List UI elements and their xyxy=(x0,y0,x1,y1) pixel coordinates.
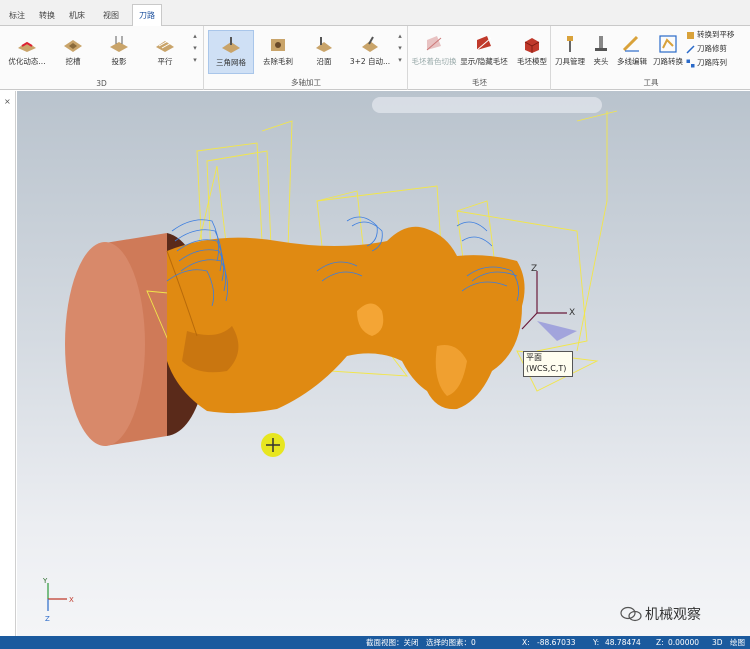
convert-to-translate-item[interactable]: 转换到平移 xyxy=(686,29,735,42)
expand-gallery-icon[interactable]: ▾ xyxy=(191,56,199,64)
group-label-tools: 工具 xyxy=(643,78,659,87)
project-button[interactable]: 投影 xyxy=(96,30,142,74)
flowline-icon xyxy=(316,37,332,52)
flowline-button[interactable]: 沿面 xyxy=(301,30,347,74)
y-coord-value: 48.78474 xyxy=(605,638,641,647)
stock-model-icon xyxy=(524,38,540,53)
triangle-mesh-icon xyxy=(222,37,240,53)
stock-shade-toggle-button[interactable]: 毛坯着色切换 xyxy=(411,30,457,74)
show-hide-stock-button[interactable]: 显示/隐藏毛坯 xyxy=(459,30,509,74)
pocket-button[interactable]: 挖槽 xyxy=(50,30,96,74)
project-icon xyxy=(110,36,128,52)
scroll-up-icon[interactable]: ▴ xyxy=(191,32,199,40)
mode-status[interactable]: 3D xyxy=(712,636,723,649)
scroll-down-icon[interactable]: ▾ xyxy=(191,44,199,52)
group-stock: 毛坯着色切换 显示/隐藏毛坯 毛坯模型 毛坯 xyxy=(409,26,551,90)
group-3d: 优化动态... 挖槽 投影 平行 ▴ ▾ ▾ 3D xyxy=(0,26,204,90)
tab-view[interactable]: 视图 xyxy=(98,6,124,26)
multiline-edit-icon xyxy=(622,35,639,52)
y-coord-label: Y: xyxy=(593,638,600,647)
triad-x-label: X xyxy=(69,596,74,604)
manager-panel: × xyxy=(0,91,16,636)
array-icon xyxy=(686,59,695,67)
deburr-button[interactable]: 去除毛刺 xyxy=(255,30,301,74)
gizmo-x-label: X xyxy=(569,308,575,318)
triangle-mesh-button[interactable]: 三角网格 xyxy=(208,30,254,74)
plane-gizmo[interactable]: Z X xyxy=(521,264,577,341)
z-coord-value: 0.00000 xyxy=(668,638,700,647)
toolpath-transform-icon xyxy=(659,35,677,53)
toolpath-transform-button[interactable]: 刀路转换 xyxy=(650,30,686,74)
expand-gallery-icon[interactable]: ▾ xyxy=(396,56,404,64)
plane-tooltip: 平面 (WCS,C,T) xyxy=(523,351,573,377)
group-multiaxis: 三角网格 去除毛刺 沿面 3+2 自动... ▴ ▾ ▾ 多轴加工 xyxy=(205,26,408,90)
tab-transform[interactable]: 转换 xyxy=(34,6,60,26)
tab-annotate[interactable]: 标注 xyxy=(4,6,30,26)
z-coord-label: Z: xyxy=(656,638,664,647)
optirough-button[interactable]: 优化动态... xyxy=(4,30,50,74)
section-view-status[interactable]: 截面视图：关闭 xyxy=(366,636,419,649)
multiline-edit-button[interactable]: 多线编辑 xyxy=(614,30,650,74)
tab-machine[interactable]: 机床 xyxy=(64,6,90,26)
selected-count-status: 选择的图素：0 xyxy=(426,638,476,647)
x-coord-value: -88.67033 xyxy=(537,638,576,647)
translate-icon xyxy=(687,31,694,39)
scroll-down-icon[interactable]: ▾ xyxy=(396,44,404,52)
ribbon: 优化动态... 挖槽 投影 平行 ▴ ▾ ▾ 3D 三角网格 去除毛刺 沿面 3… xyxy=(0,26,750,90)
toolpath-trim-item[interactable]: 刀路修剪 xyxy=(686,43,727,56)
stock-model-button[interactable]: 毛坯模型 xyxy=(509,30,555,74)
group-label-stock: 毛坯 xyxy=(472,78,487,87)
stock-display-icon xyxy=(476,36,492,51)
holder-icon xyxy=(595,36,607,51)
ribbon-tabs: 标注 转换 机床 视图 刀路 xyxy=(0,0,750,27)
trim-icon xyxy=(686,44,695,54)
group-label-multiaxis: 多轴加工 xyxy=(291,78,321,87)
group-tools: 刀具管理 夹头 多线编辑 刀路转换 转换到平移 刀路修剪 刀路阵列 工具 xyxy=(552,26,750,90)
stock-shade-icon xyxy=(426,36,442,51)
tab-toolpaths[interactable]: 刀路 xyxy=(132,4,162,27)
wechat-icon xyxy=(620,606,642,622)
tool-manager-button[interactable]: 刀具管理 xyxy=(552,30,588,74)
triad-z-label: Z xyxy=(45,615,50,623)
view-triad: Y X Z xyxy=(42,577,74,623)
auto-3plus2-button[interactable]: 3+2 自动... xyxy=(347,30,393,74)
gizmo-z-label: Z xyxy=(531,264,537,274)
graphics-viewport[interactable]: Z X Y X Z xyxy=(17,91,750,636)
parallel-button[interactable]: 平行 xyxy=(142,30,188,74)
pocket-icon xyxy=(64,40,82,52)
scene: Z X Y X Z xyxy=(42,110,618,623)
toolpath-array-item[interactable]: 刀路阵列 xyxy=(686,57,727,70)
drawing-status[interactable]: 绘图 xyxy=(730,636,745,649)
optirough-icon xyxy=(18,41,36,52)
parallel-icon xyxy=(156,40,174,52)
cursor-crosshair-icon xyxy=(261,433,285,457)
tool-manager-icon xyxy=(567,36,573,52)
scroll-up-icon[interactable]: ▴ xyxy=(396,32,404,40)
holder-button[interactable]: 夹头 xyxy=(588,30,614,74)
x-coord-label: X: xyxy=(522,638,530,647)
auto-3plus2-icon xyxy=(362,36,378,52)
status-bar: 截面视图：关闭 选择的图素：0 X: -88.67033 Y: 48.78474… xyxy=(0,636,750,649)
deburr-icon xyxy=(271,39,285,51)
group-label-3d: 3D xyxy=(96,79,107,88)
triad-y-label: Y xyxy=(42,577,48,585)
watermark: 机械观察 xyxy=(620,604,701,624)
close-icon[interactable]: × xyxy=(4,97,11,106)
